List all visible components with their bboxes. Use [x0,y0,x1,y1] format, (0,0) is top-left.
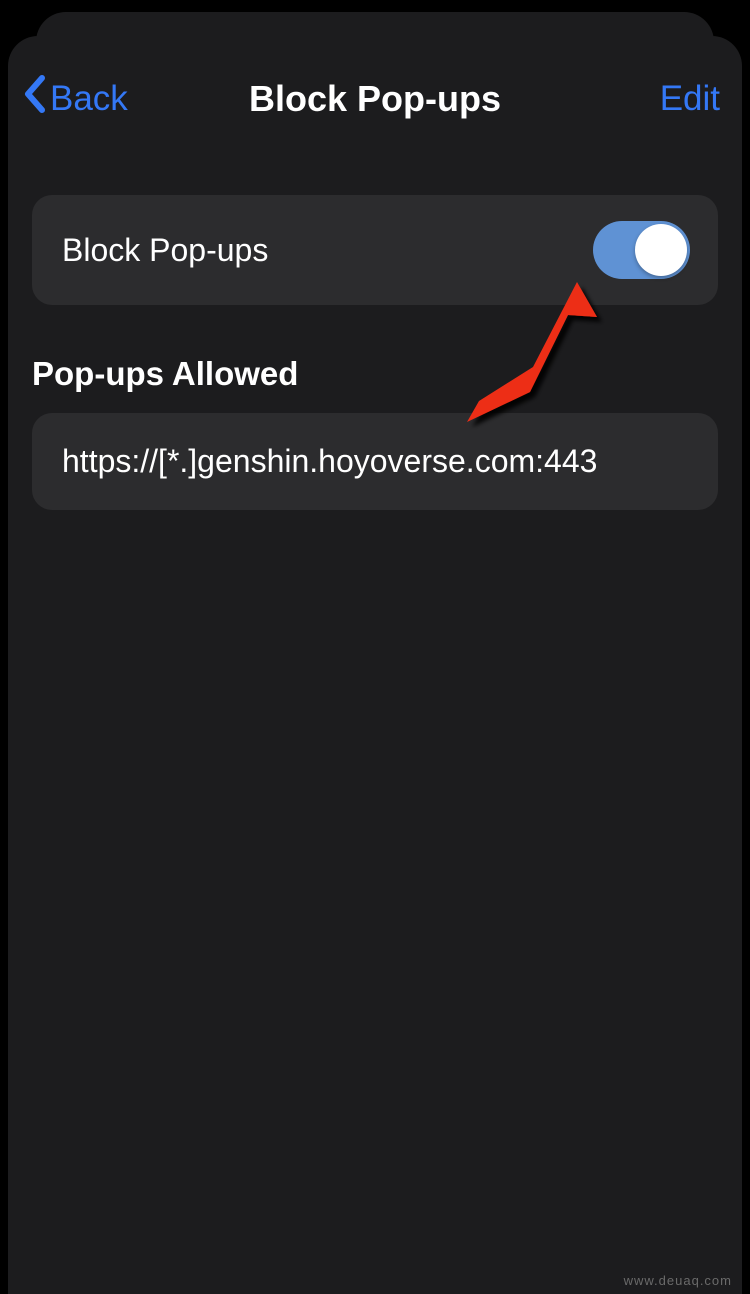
allowed-site-row[interactable]: https://[*.]genshin.hoyoverse.com:443 [32,413,718,510]
toggle-knob [635,224,687,276]
edit-button[interactable]: Edit [660,79,720,119]
back-label: Back [50,79,128,119]
block-popups-label: Block Pop-ups [62,232,268,269]
popups-allowed-header: Pop-ups Allowed [32,355,718,393]
content-area: Block Pop-ups Pop-ups Allowed https://[*… [8,143,742,510]
chevron-left-icon [22,74,46,123]
watermark: www.deuaq.com [624,1273,732,1288]
page-title: Block Pop-ups [249,78,501,120]
back-button[interactable]: Back [22,74,128,123]
settings-sheet: Back Block Pop-ups Edit Block Pop-ups Po… [8,36,742,1294]
allowed-site-url: https://[*.]genshin.hoyoverse.com:443 [62,443,688,480]
navigation-bar: Back Block Pop-ups Edit [8,36,742,143]
block-popups-row: Block Pop-ups [32,195,718,305]
block-popups-toggle[interactable] [593,221,690,279]
toggle-group: Block Pop-ups [32,195,718,305]
